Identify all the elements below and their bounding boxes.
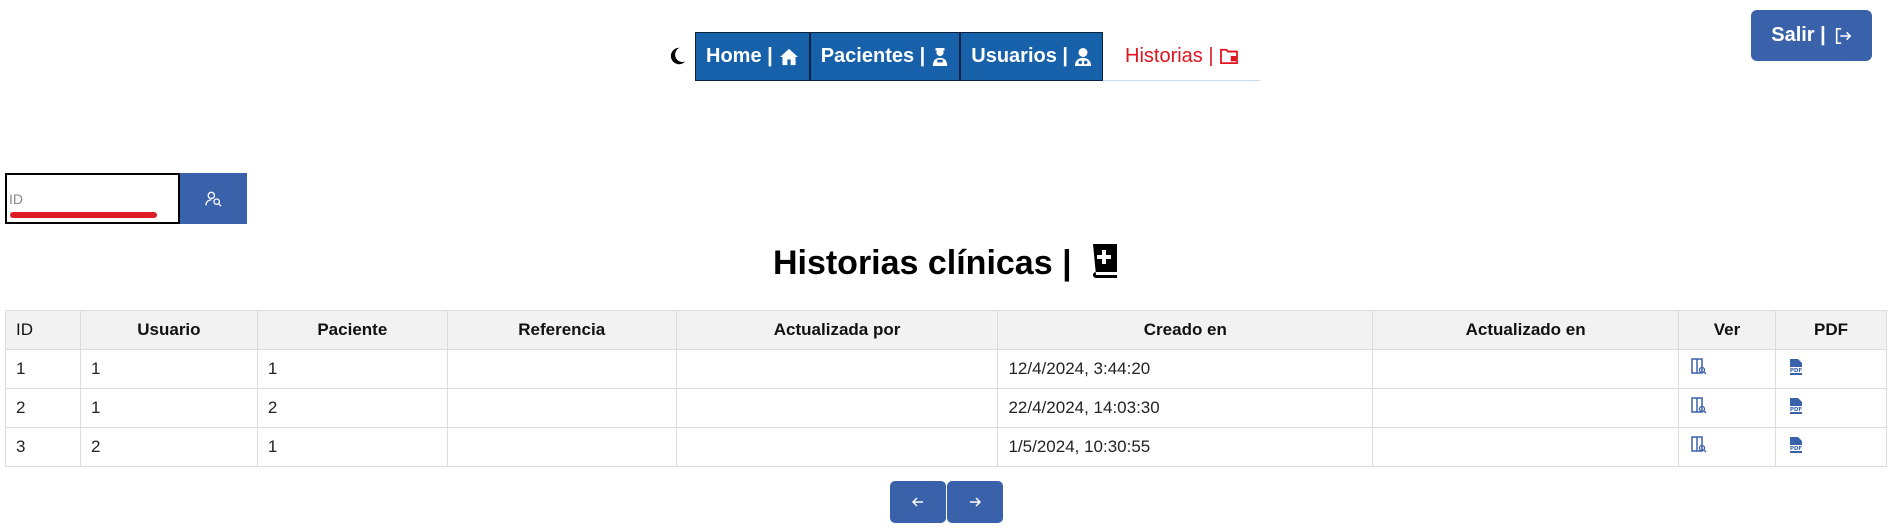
header-creado-en: Creado en [997,310,1374,350]
main-nav: Home | Pacientes | Usuarios | Historias … [695,32,1260,81]
logout-label: Salir | [1771,24,1826,46]
svg-text:PDF: PDF [1790,407,1803,413]
cell-actualizado-en [1372,349,1680,389]
next-page-button[interactable] [947,481,1003,523]
header-referencia: Referencia [446,310,677,350]
pdf-file-icon[interactable]: PDF [1788,358,1804,381]
cell-referencia [446,388,677,428]
nav-usuarios-label: Usuarios | [971,45,1069,67]
arrow-left-icon [912,497,923,507]
user-search-icon [204,191,222,207]
view-document-icon[interactable] [1691,396,1707,420]
cell-id: 3 [5,427,81,467]
cell-id: 1 [5,349,81,389]
prev-page-button[interactable] [890,481,946,523]
nav-home-label: Home | [706,45,773,67]
view-document-icon[interactable] [1691,435,1707,459]
table-row: 1 1 1 12/4/2024, 3:44:20 PDF [5,349,1887,389]
home-icon [779,48,798,65]
svg-text:PDF: PDF [1790,446,1803,452]
medical-book-icon [1093,244,1118,278]
cell-actualizada-por [675,388,999,428]
cell-pdf: PDF [1775,349,1887,389]
nav-pacientes[interactable]: Pacientes | [809,32,961,81]
cell-paciente: 1 [256,427,448,467]
svg-text:PDF: PDF [1790,368,1803,374]
pagination [890,481,1004,523]
cell-creado-en: 22/4/2024, 14:03:30 [997,388,1374,428]
cell-ver [1678,427,1776,467]
cell-creado-en: 12/4/2024, 3:44:20 [997,349,1374,389]
cell-paciente: 1 [256,349,448,389]
pdf-file-icon[interactable]: PDF [1788,397,1804,420]
cell-usuario: 1 [79,388,258,428]
page-title: Historias clínicas | [0,244,1892,283]
cell-creado-en: 1/5/2024, 10:30:55 [997,427,1374,467]
arrow-right-icon [970,497,981,507]
table-header-row: ID Usuario Paciente Referencia Actualiza… [5,310,1887,350]
table-row: 3 2 1 1/5/2024, 10:30:55 PDF [5,427,1887,467]
cell-ver [1678,388,1776,428]
moon-icon[interactable] [666,45,688,67]
header-paciente: Paciente [256,310,448,350]
logout-icon [1835,27,1852,44]
cell-actualizada-por [675,349,999,389]
cell-actualizado-en [1372,427,1680,467]
folder-icon [1219,48,1238,64]
cell-referencia [446,427,677,467]
table-row: 2 1 2 22/4/2024, 14:03:30 PDF [5,388,1887,428]
header-pdf: PDF [1775,310,1887,350]
search-button[interactable] [180,173,247,224]
page-title-text: Historias clínicas | [772,244,1072,282]
search-input[interactable] [5,173,180,224]
logout-button[interactable]: Salir | [1751,10,1872,61]
cell-usuario: 2 [79,427,258,467]
view-document-icon[interactable] [1691,357,1707,381]
patient-icon [933,47,948,66]
nav-pacientes-label: Pacientes | [820,45,926,67]
cell-pdf: PDF [1775,427,1887,467]
nav-historias-label: Historias | [1125,44,1214,67]
header-actualizado-en: Actualizado en [1372,310,1680,350]
cell-actualizada-por [675,427,999,467]
cell-paciente: 2 [256,388,448,428]
cell-actualizado-en [1372,388,1680,428]
header-actualizada-por: Actualizada por [675,310,999,350]
header-id: ID [5,310,81,350]
nav-home[interactable]: Home | [695,32,810,81]
cell-pdf: PDF [1775,388,1887,428]
header-ver: Ver [1678,310,1776,350]
cell-usuario: 1 [79,349,258,389]
cell-ver [1678,349,1776,389]
nav-usuarios[interactable]: Usuarios | [960,32,1104,81]
doctor-icon [1074,47,1092,66]
pdf-file-icon[interactable]: PDF [1788,436,1804,459]
header-usuario: Usuario [79,310,258,350]
historias-table: ID Usuario Paciente Referencia Actualiza… [5,310,1887,467]
nav-historias[interactable]: Historias | [1103,32,1260,81]
cell-id: 2 [5,388,81,428]
cell-referencia [446,349,677,389]
